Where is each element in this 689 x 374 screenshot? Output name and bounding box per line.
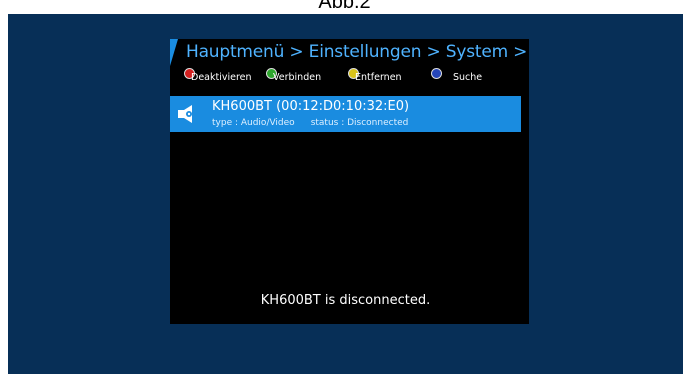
device-name: KH600BT (00:12:D0:10:32:E0) [212, 99, 410, 114]
title-bar: Hauptmenü > Einstellungen > System > Blu… [170, 39, 529, 66]
breadcrumb: Hauptmenü > Einstellungen > System > Blu… [186, 42, 529, 62]
device-details: type : Audio/Video status : Disconnected [212, 117, 408, 129]
hotkey-bar: Deaktivieren Verbinden Entfernen Suche [170, 67, 529, 87]
connect-label: Verbinden [273, 72, 322, 83]
status-message: KH600BT is disconnected. [260, 293, 431, 308]
title-accent [170, 39, 178, 66]
device-list-item[interactable]: KH600BT (00:12:D0:10:32:E0) type : Audio… [170, 96, 521, 132]
remove-label: Entfernen [355, 72, 402, 83]
device-type: type : Audio/Video [212, 118, 295, 128]
blue-key-icon [431, 68, 442, 79]
bluetooth-settings-screen: Hauptmenü > Einstellungen > System > Blu… [170, 39, 529, 324]
device-status: status : Disconnected [310, 118, 409, 128]
figure-caption: Abb.2 [318, 0, 371, 13]
deactivate-label: Deaktivieren [191, 72, 252, 83]
speaker-icon [178, 105, 192, 123]
search-label: Suche [453, 72, 483, 83]
